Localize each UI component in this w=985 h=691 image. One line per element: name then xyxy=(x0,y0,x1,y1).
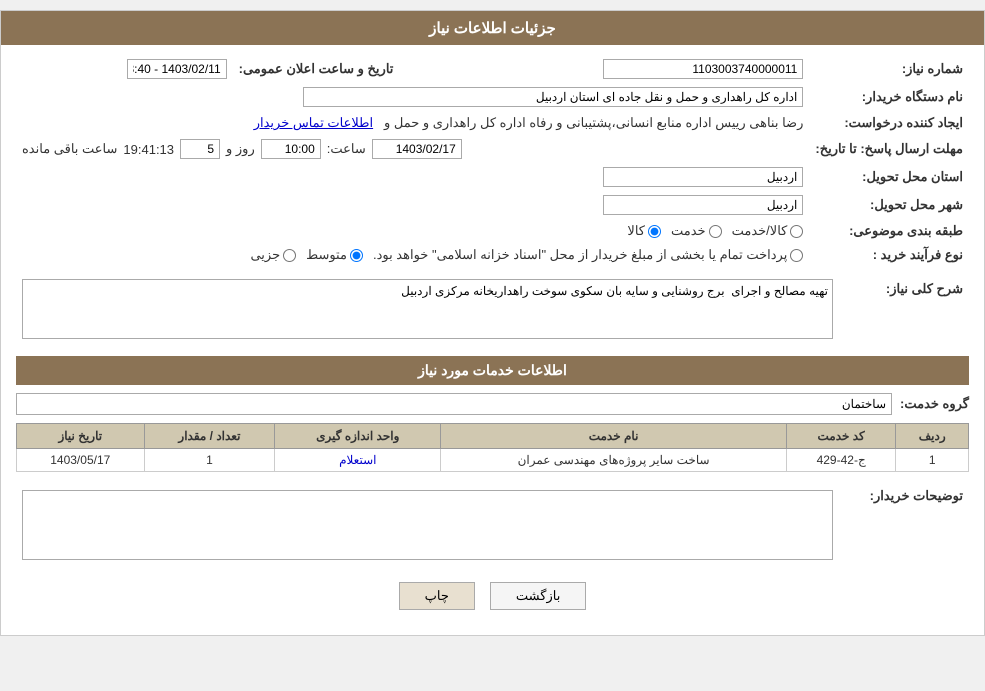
row-reply-deadline: مهلت ارسال پاسخ: تا تاریخ: ساعت: روز و 1… xyxy=(16,135,969,163)
row-category: طبقه بندی موضوعی: کالا/خدمت خدمت xyxy=(16,219,969,243)
buyer-org-input xyxy=(303,87,803,107)
reply-time-input xyxy=(261,139,321,159)
col-header-name: نام خدمت xyxy=(441,424,787,449)
col-header-unit: واحد اندازه گیری xyxy=(275,424,441,449)
services-section-header: اطلاعات خدمات مورد نیاز xyxy=(16,356,969,385)
row-province: استان محل تحویل: xyxy=(16,163,969,191)
purchase-label-motavasset: متوسط xyxy=(306,247,347,263)
category-option-khedmat[interactable]: خدمت xyxy=(671,223,722,239)
purchase-radio-jozi[interactable] xyxy=(283,249,296,262)
row-buyer-org: نام دستگاه خریدار: xyxy=(16,83,969,111)
category-radio-kala[interactable] xyxy=(648,225,661,238)
description-value xyxy=(16,482,839,567)
purchase-type-esnad[interactable]: پرداخت تمام یا بخشی از مبلغ خریدار از مح… xyxy=(373,247,803,263)
announcement-date-label: تاریخ و ساعت اعلان عمومی: xyxy=(233,55,400,83)
need-number-input xyxy=(603,59,803,79)
buyer-org-value xyxy=(16,83,809,111)
purchase-type-jozi[interactable]: جزیی xyxy=(250,247,296,263)
province-input xyxy=(603,167,803,187)
row-description: توضیحات خریدار: xyxy=(16,482,969,567)
cell-name-1: ساخت سایر پروژه‌های مهندسی عمران xyxy=(441,449,787,472)
city-label: شهر محل تحویل: xyxy=(809,191,969,219)
reply-deadline-value: ساعت: روز و 19:41:13 ساعت باقی مانده xyxy=(16,135,809,163)
need-desc-table: شرح کلی نیاز: تهیه مصالح و اجرای برج روش… xyxy=(16,275,969,346)
cell-code-1: ج-42-429 xyxy=(786,449,895,472)
services-table-body: 1 ج-42-429 ساخت سایر پروژه‌های مهندسی عم… xyxy=(17,449,969,472)
page-header: جزئیات اطلاعات نیاز xyxy=(1,11,984,45)
row-need-number: شماره نیاز: تاریخ و ساعت اعلان عمومی: xyxy=(16,55,969,83)
row-city: شهر محل تحویل: xyxy=(16,191,969,219)
reply-deadline-label: مهلت ارسال پاسخ: تا تاریخ: xyxy=(809,135,969,163)
category-option-kala-khedmat[interactable]: کالا/خدمت xyxy=(732,223,804,239)
need-desc-textarea: تهیه مصالح و اجرای برج روشنایی و سایه با… xyxy=(22,279,833,339)
description-textarea[interactable] xyxy=(22,490,833,560)
print-button[interactable]: چاپ xyxy=(399,582,475,610)
need-desc-value: تهیه مصالح و اجرای برج روشنایی و سایه با… xyxy=(16,275,839,346)
reply-remaining-text: 19:41:13 xyxy=(123,142,174,157)
category-option-kala[interactable]: کالا xyxy=(627,223,661,239)
description-label: توضیحات خریدار: xyxy=(839,482,969,567)
creator-contact-link[interactable]: اطلاعات تماس خریدار xyxy=(254,115,373,130)
purchase-label-jozi: جزیی xyxy=(250,247,280,263)
purchase-label-esnad: پرداخت تمام یا بخشی از مبلغ خریدار از مح… xyxy=(373,247,787,263)
creator-text: رضا بناهی رییس اداره منابع انسانی،پشتیبا… xyxy=(384,115,803,130)
purchase-type-options: پرداخت تمام یا بخشی از مبلغ خریدار از مح… xyxy=(16,243,809,267)
back-button[interactable]: بازگشت xyxy=(490,582,586,610)
services-table-header-row: ردیف کد خدمت نام خدمت واحد اندازه گیری ت… xyxy=(17,424,969,449)
col-header-code: کد خدمت xyxy=(786,424,895,449)
reply-time-label: ساعت: xyxy=(327,141,366,157)
creator-value: رضا بناهی رییس اداره منابع انسانی،پشتیبا… xyxy=(16,111,809,135)
page-title: جزئیات اطلاعات نیاز xyxy=(429,20,556,37)
services-table-head: ردیف کد خدمت نام خدمت واحد اندازه گیری ت… xyxy=(17,424,969,449)
category-label-khedmat: خدمت xyxy=(671,223,706,239)
col-header-quantity: تعداد / مقدار xyxy=(144,424,275,449)
col-header-row: ردیف xyxy=(896,424,969,449)
group-service-input xyxy=(16,393,892,415)
table-row: 1 ج-42-429 ساخت سایر پروژه‌های مهندسی عم… xyxy=(17,449,969,472)
need-number-value xyxy=(399,55,809,83)
announcement-date-value xyxy=(16,55,233,83)
need-number-label: شماره نیاز: xyxy=(809,55,969,83)
purchase-type-motavasset[interactable]: متوسط xyxy=(306,247,363,263)
group-service-label: گروه خدمت: xyxy=(900,396,969,412)
announcement-date-input xyxy=(127,59,227,79)
services-table: ردیف کد خدمت نام خدمت واحد اندازه گیری ت… xyxy=(16,423,969,472)
cell-unit-1: استعلام xyxy=(275,449,441,472)
reply-days-label: روز و xyxy=(226,141,255,157)
purchase-type-label: نوع فرآیند خرید : xyxy=(809,243,969,267)
category-radio-khedmat[interactable] xyxy=(709,225,722,238)
purchase-radio-esnad[interactable] xyxy=(790,249,803,262)
description-table: توضیحات خریدار: xyxy=(16,482,969,567)
info-table: شماره نیاز: تاریخ و ساعت اعلان عمومی: نا… xyxy=(16,55,969,267)
province-label: استان محل تحویل: xyxy=(809,163,969,191)
buyer-org-label: نام دستگاه خریدار: xyxy=(809,83,969,111)
need-desc-label: شرح کلی نیاز: xyxy=(839,275,969,346)
city-value xyxy=(16,191,809,219)
category-radio-kala-khedmat[interactable] xyxy=(790,225,803,238)
city-input xyxy=(603,195,803,215)
category-options: کالا/خدمت خدمت کالا xyxy=(16,219,809,243)
reply-days-input xyxy=(180,139,220,159)
reply-date-input xyxy=(372,139,462,159)
col-header-date: تاریخ نیاز xyxy=(17,424,145,449)
row-creator: ایجاد کننده درخواست: رضا بناهی رییس ادار… xyxy=(16,111,969,135)
category-label-kala: کالا xyxy=(627,223,645,239)
group-service-row: گروه خدمت: xyxy=(16,393,969,415)
cell-date-1: 1403/05/17 xyxy=(17,449,145,472)
cell-quantity-1: 1 xyxy=(144,449,275,472)
services-section-title: اطلاعات خدمات مورد نیاز xyxy=(418,362,567,378)
category-label-kala-khedmat: کالا/خدمت xyxy=(732,223,788,239)
cell-row-1: 1 xyxy=(896,449,969,472)
category-label: طبقه بندی موضوعی: xyxy=(809,219,969,243)
row-purchase-type: نوع فرآیند خرید : پرداخت تمام یا بخشی از… xyxy=(16,243,969,267)
creator-label: ایجاد کننده درخواست: xyxy=(809,111,969,135)
row-need-desc: شرح کلی نیاز: تهیه مصالح و اجرای برج روش… xyxy=(16,275,969,346)
reply-remaining-label: ساعت باقی مانده xyxy=(22,141,117,157)
purchase-radio-motavasset[interactable] xyxy=(350,249,363,262)
buttons-row: بازگشت چاپ xyxy=(16,582,969,610)
content-area: شماره نیاز: تاریخ و ساعت اعلان عمومی: نا… xyxy=(1,45,984,635)
page-container: جزئیات اطلاعات نیاز شماره نیاز: تاریخ و … xyxy=(0,10,985,636)
province-value xyxy=(16,163,809,191)
